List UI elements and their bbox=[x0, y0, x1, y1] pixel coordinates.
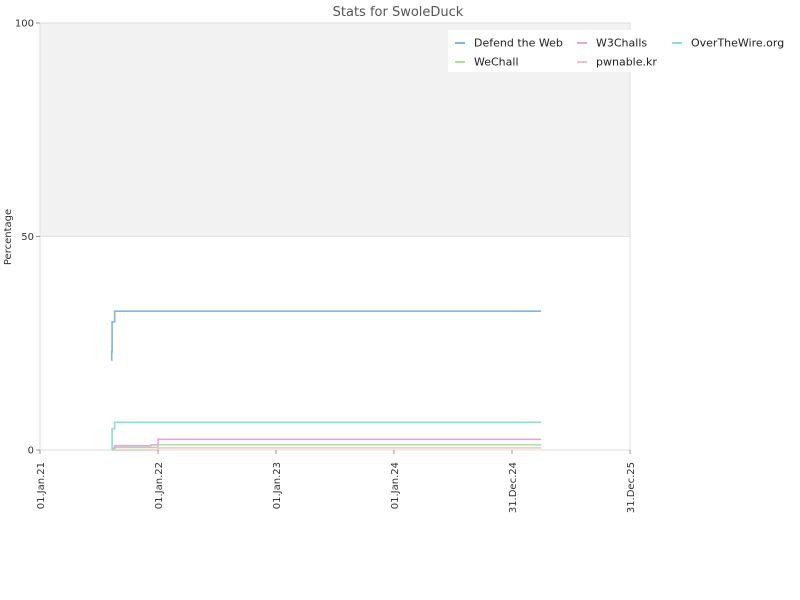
legend-entry-label: WeChall bbox=[474, 56, 519, 69]
line-chart: 0 50 100 01.Jan.21 01.Jan.22 01.Jan.23 01.Jan.… bbox=[3, 5, 788, 513]
y-axis-label: Percentage bbox=[3, 209, 14, 265]
y-tick-label: 50 bbox=[21, 232, 34, 243]
chart-title: Stats for SwoleDuck bbox=[333, 5, 464, 20]
x-tick-label: 01.Jan.22 bbox=[154, 462, 165, 509]
x-tick-label: 01.Jan.21 bbox=[36, 462, 47, 509]
chart-container: 0 50 100 01.Jan.21 01.Jan.22 01.Jan.23 01.Jan.… bbox=[0, 0, 800, 600]
legend-entry-label: pwnable.kr bbox=[596, 56, 657, 69]
x-tick-label: 01.Jan.23 bbox=[272, 462, 283, 509]
x-tick-label: 31.Dec.25 bbox=[626, 462, 637, 513]
legend-entry-label: Defend the Web bbox=[474, 37, 563, 50]
x-tick-label: 31.Dec.24 bbox=[508, 462, 519, 513]
legend: Defend the Web WeChall W3Challs pwnable.kr O… bbox=[448, 30, 788, 72]
legend-entry-label: OverTheWire.org bbox=[691, 37, 784, 50]
y-tick-label: 0 bbox=[28, 446, 34, 457]
x-tick-label: 01.Jan.24 bbox=[390, 462, 401, 509]
legend-entry-label: W3Challs bbox=[596, 37, 647, 50]
y-tick-label: 100 bbox=[15, 19, 34, 30]
